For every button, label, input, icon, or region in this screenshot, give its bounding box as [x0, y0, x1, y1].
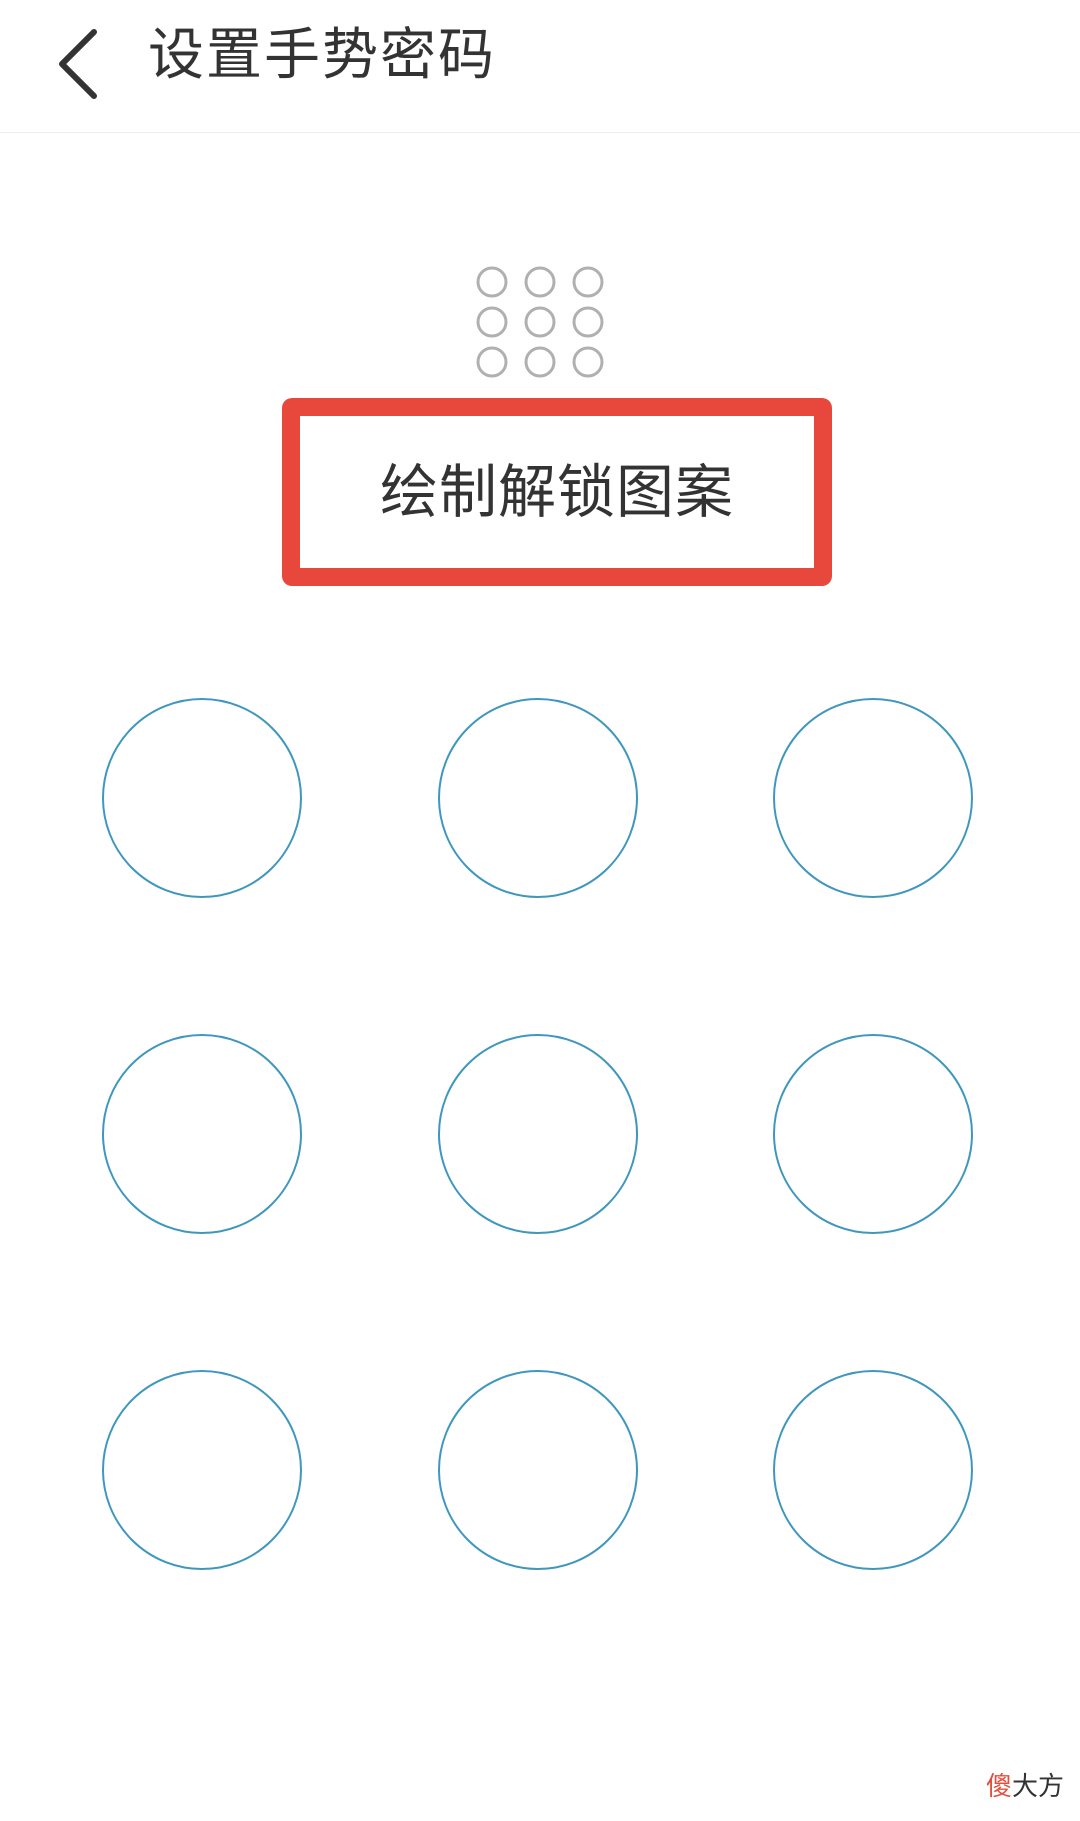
preview-dot	[476, 306, 508, 338]
preview-dot	[476, 346, 508, 378]
pattern-node-2[interactable]	[438, 698, 638, 898]
preview-dot	[524, 346, 556, 378]
back-button[interactable]	[44, 18, 120, 110]
pattern-node-4[interactable]	[102, 1034, 302, 1234]
pattern-node-3[interactable]	[773, 698, 973, 898]
preview-dot	[524, 266, 556, 298]
pattern-preview	[476, 266, 604, 378]
prompt-highlight-box: 绘制解锁图案	[282, 398, 832, 586]
pattern-node-9[interactable]	[773, 1370, 973, 1570]
preview-dot	[572, 266, 604, 298]
preview-dot	[572, 306, 604, 338]
preview-dot	[572, 346, 604, 378]
pattern-node-7[interactable]	[102, 1370, 302, 1570]
chevron-left-icon	[59, 29, 97, 99]
prompt-text: 绘制解锁图案	[379, 458, 734, 526]
preview-dot	[476, 266, 508, 298]
preview-dot	[524, 306, 556, 338]
pattern-node-6[interactable]	[773, 1034, 973, 1234]
pattern-pad[interactable]	[0, 680, 1080, 1600]
watermark: 傻大方	[986, 1771, 1064, 1803]
watermark-text: 大方	[1011, 1772, 1064, 1802]
watermark-accent: 傻	[985, 1772, 1012, 1802]
pattern-node-8[interactable]	[438, 1370, 638, 1570]
page-title: 设置手势密码	[148, 23, 496, 88]
pattern-node-5[interactable]	[438, 1034, 638, 1234]
pattern-node-1[interactable]	[102, 698, 302, 898]
header-bar: 设置手势密码	[0, 0, 1080, 133]
